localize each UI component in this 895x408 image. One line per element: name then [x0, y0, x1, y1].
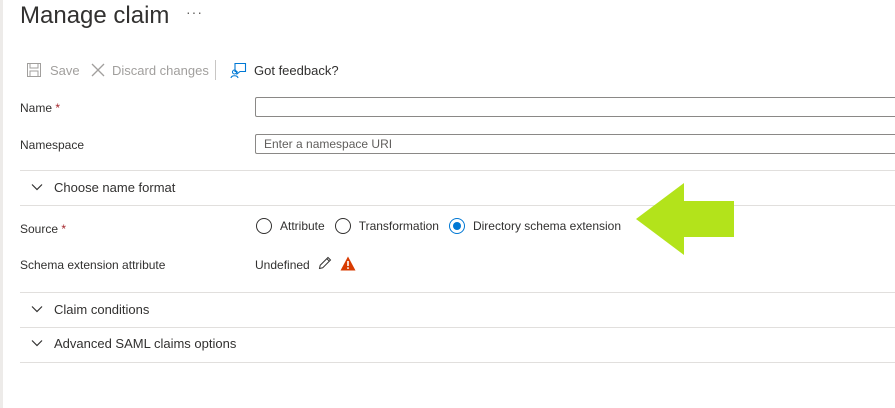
claim-conditions-toggle[interactable]: Claim conditions: [30, 299, 149, 319]
close-icon: [90, 62, 106, 78]
radio-circle: [256, 218, 272, 234]
arrow-left-icon: [636, 183, 736, 260]
divider: [20, 362, 895, 363]
pencil-icon[interactable]: [317, 255, 333, 276]
divider: [20, 205, 895, 206]
divider: [20, 170, 895, 171]
radio-label: Directory schema extension: [472, 219, 622, 233]
discard-changes-label: Discard changes: [112, 62, 209, 78]
source-label-text: Source: [20, 222, 59, 236]
advanced-saml-claims-options-label: Advanced SAML claims options: [54, 335, 237, 351]
namespace-label: Namespace: [20, 138, 85, 152]
required-indicator: *: [61, 222, 67, 236]
required-indicator: *: [55, 101, 61, 115]
radio-transformation[interactable]: Transformation: [334, 218, 439, 234]
save-button[interactable]: Save: [26, 61, 80, 79]
chevron-down-icon: [30, 304, 44, 314]
got-feedback-label: Got feedback?: [254, 62, 339, 78]
radio-label: Transformation: [358, 219, 439, 233]
name-field-wrapper: [255, 97, 895, 117]
radio-attribute[interactable]: Attribute: [256, 218, 325, 234]
divider: [20, 292, 895, 293]
save-label: Save: [50, 62, 80, 78]
name-label-text: Name: [20, 101, 53, 115]
name-label: Name *: [20, 101, 60, 115]
claim-conditions-label: Claim conditions: [54, 301, 150, 317]
divider: [20, 327, 895, 328]
radio-circle-selected: [448, 218, 465, 234]
got-feedback-button[interactable]: Got feedback?: [230, 61, 339, 79]
more-options-button[interactable]: ···: [186, 4, 203, 20]
radio-label: Attribute: [280, 219, 325, 233]
choose-name-format-toggle[interactable]: Choose name format: [30, 177, 175, 197]
discard-changes-button[interactable]: Discard changes: [90, 61, 209, 79]
warning-icon: [340, 256, 356, 276]
page-title: Manage claim: [20, 2, 170, 29]
radio-circle: [334, 218, 351, 234]
chevron-down-icon: [30, 338, 44, 348]
left-panel-border: [0, 0, 3, 408]
radio-directory-schema-extension[interactable]: Directory schema extension: [448, 218, 622, 234]
toolbar-divider: [215, 60, 216, 80]
chevron-down-icon: [30, 182, 44, 192]
namespace-field-wrapper: [255, 134, 895, 154]
advanced-saml-claims-options-toggle[interactable]: Advanced SAML claims options: [30, 333, 236, 353]
schema-extension-attribute-label: Schema extension attribute: [20, 258, 166, 272]
namespace-input[interactable]: [256, 135, 895, 153]
choose-name-format-label: Choose name format: [54, 179, 176, 195]
source-radio-group: Attribute Transformation Directory schem…: [256, 217, 631, 235]
source-label: Source *: [20, 222, 66, 236]
name-input[interactable]: [256, 98, 895, 116]
feedback-icon: [230, 62, 247, 79]
save-icon: [26, 62, 42, 78]
schema-extension-value: Undefined: [255, 258, 310, 272]
